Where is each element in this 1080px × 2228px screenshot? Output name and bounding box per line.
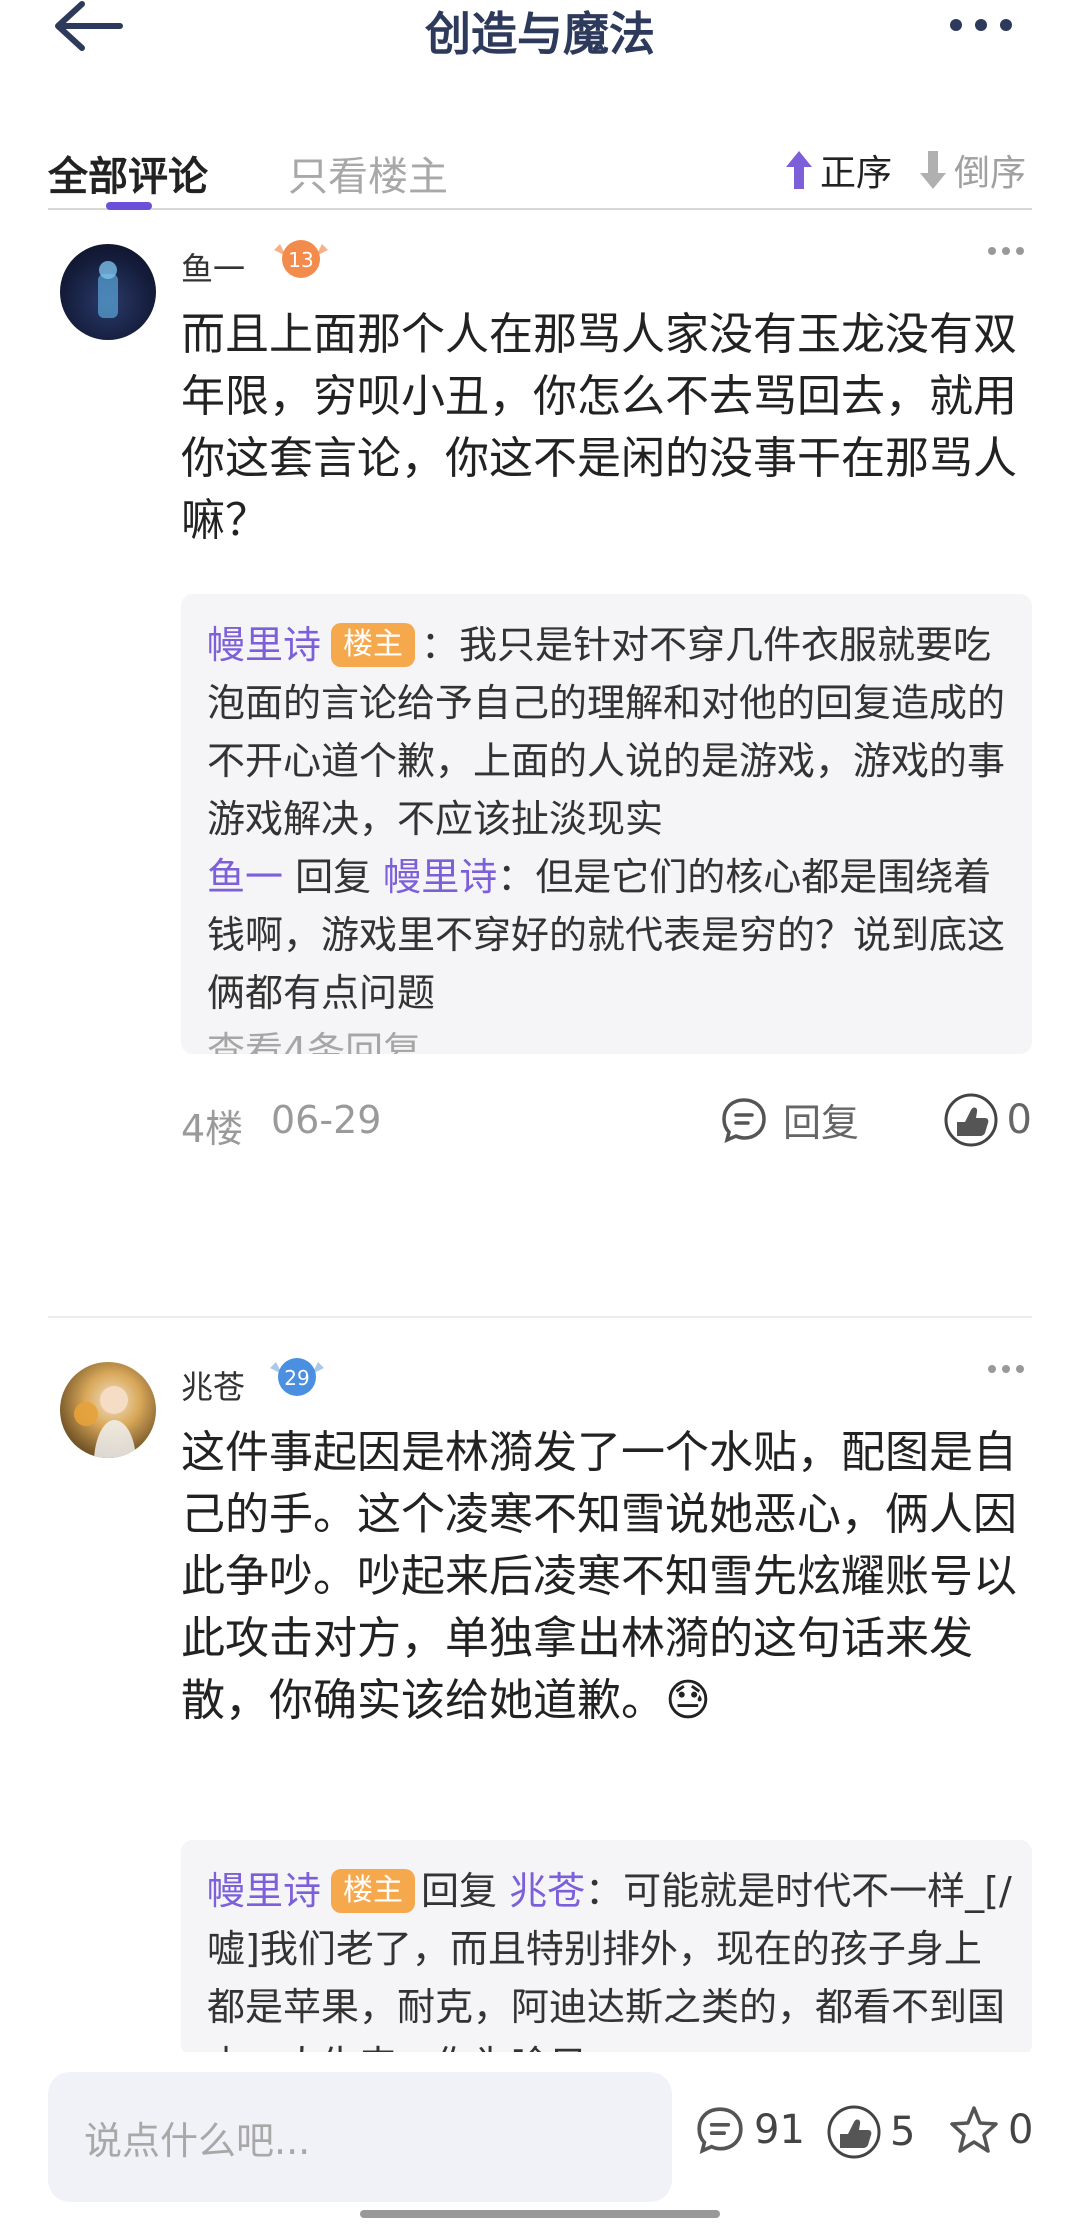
reply-text: 我只是针对不穿几件衣服就要吃泡面的言论给予自己的理解和对他的回复造成的不开心道个… <box>207 623 1006 841</box>
sort-ascending-button[interactable]: 正序 <box>782 144 892 196</box>
comment-tabs: 全部评论 只看楼主 正序 倒序 <box>48 130 1032 210</box>
reply-author[interactable]: 鱼一 <box>207 855 283 899</box>
reply-box[interactable]: 幔里诗 楼主 回复 兆苍：可能就是时代不一样_[/嘘]我们老了，而且特别排外，现在的… <box>181 1840 1032 2056</box>
comment-bubble-icon <box>697 2107 743 2154</box>
comment-date: 06-29 <box>271 1098 382 1142</box>
level-badge-icon: 29 <box>270 1358 324 1396</box>
divider <box>48 1316 1032 1318</box>
reply-button[interactable]: 回复 <box>719 1092 859 1147</box>
reply-item: 幔里诗 楼主 ：我只是针对不穿几件衣服就要吃泡面的言论给予自己的理解和对他的回复造成… <box>207 623 1006 841</box>
level-number: 29 <box>284 1366 309 1390</box>
comment-text-body: 这件事起因是林漪发了一个水贴，配图是自己的手。这个凌寒不知雪说她恶心，俩人因此争… <box>181 1427 1017 1726</box>
owner-badge: 楼主 <box>331 623 416 667</box>
tab-all-comments[interactable]: 全部评论 <box>48 144 208 202</box>
reply-target[interactable]: 兆苍 <box>509 1869 585 1913</box>
page-title: 创造与魔法 <box>425 7 655 61</box>
like-count: 5 <box>890 2109 916 2155</box>
comment-text: 这件事起因是林漪发了一个水贴，配图是自己的手。这个凌寒不知雪说她恶心，俩人因此争… <box>181 1422 1027 1732</box>
avatar-image-icon <box>98 261 118 318</box>
reply-box[interactable]: 幔里诗 楼主 ：我只是针对不穿几件衣服就要吃泡面的言论给予自己的理解和对他的回复造成… <box>181 594 1032 1054</box>
home-indicator <box>360 2210 720 2218</box>
avatar[interactable] <box>60 1362 156 1458</box>
tab-owner-only[interactable]: 只看楼主 <box>288 144 448 202</box>
sort-descending-label: 倒序 <box>954 153 1027 194</box>
thumbs-up-icon <box>827 2105 881 2159</box>
top-bar: 创造与魔法 <box>0 0 1080 70</box>
comment-text: 而且上面那个人在那骂人家没有玉龙没有双年限，穷呗小丑，你怎么不去骂回去，就用你这… <box>181 309 1017 546</box>
reply-button-label: 回复 <box>783 1101 860 1145</box>
avatar-image-icon <box>74 1386 136 1458</box>
comment-item: 兆苍 29 这件事起因是林漪发了一个水贴，配图是自己的手。这个凌寒不知雪说她恶心… <box>48 1356 1032 2056</box>
sort-ascending-label: 正序 <box>820 153 893 194</box>
comment-meta: 4楼 06-29 回复 0 <box>181 1092 1032 1152</box>
level-number: 13 <box>288 248 313 272</box>
comment-count-button[interactable]: 91 <box>694 2104 805 2156</box>
reply-target[interactable]: 幔里诗 <box>383 855 497 899</box>
sort-descending-button[interactable]: 倒序 <box>916 144 1026 196</box>
view-more-replies-link[interactable]: 查看4条回复 <box>207 1022 1012 1054</box>
avatar[interactable] <box>60 244 156 340</box>
floor-number: 4楼 <box>181 1107 244 1151</box>
comment-username[interactable]: 兆苍 <box>181 1362 245 1408</box>
comment-more-icon[interactable] <box>986 1362 1026 1376</box>
star-icon <box>950 2106 998 2153</box>
like-count-button[interactable]: 5 <box>826 2104 915 2160</box>
sweat-emoji-icon: 😓 <box>665 1675 711 1726</box>
level-badge-icon: 13 <box>274 240 328 278</box>
comment-input[interactable]: 说点什么吧... <box>48 2072 672 2202</box>
thumbs-up-icon <box>944 1093 998 1147</box>
more-options-icon[interactable] <box>946 10 1016 40</box>
arrow-up-icon <box>786 151 812 189</box>
arrow-down-icon <box>920 151 946 189</box>
favorite-button[interactable]: 0 <box>948 2104 1033 2156</box>
reply-item: 幔里诗 楼主 回复 兆苍：可能就是时代不一样_[/嘘]我们老了，而且特别排外，现在的… <box>207 1862 1012 2056</box>
active-tab-indicator <box>106 202 152 210</box>
like-button[interactable]: 0 <box>943 1092 1032 1148</box>
bottom-action-bar: 说点什么吧... 91 5 0 <box>0 2052 1080 2228</box>
owner-badge: 楼主 <box>331 1869 416 1913</box>
reply-word: 回复 <box>421 1869 498 1913</box>
comment-bubble-icon <box>722 1097 766 1143</box>
reply-word: 回复 <box>295 855 372 899</box>
reply-item: 鱼一 回复 幔里诗：但是它们的核心都是围绕着钱啊，游戏里不穿好的就代表是穷的？说… <box>207 855 1006 1015</box>
comment-item: 鱼一 13 而且上面那个人在那骂人家没有玉龙没有双年限，穷呗小丑，你怎么不去骂回… <box>48 238 1032 1298</box>
comment-count: 91 <box>754 2107 805 2153</box>
reply-author[interactable]: 幔里诗 <box>207 623 321 667</box>
favorite-count: 0 <box>1008 2107 1034 2153</box>
like-count: 0 <box>1006 1097 1032 1143</box>
comment-username[interactable]: 鱼一 <box>181 244 245 290</box>
reply-author[interactable]: 幔里诗 <box>207 1869 321 1913</box>
comment-more-icon[interactable] <box>986 244 1026 258</box>
